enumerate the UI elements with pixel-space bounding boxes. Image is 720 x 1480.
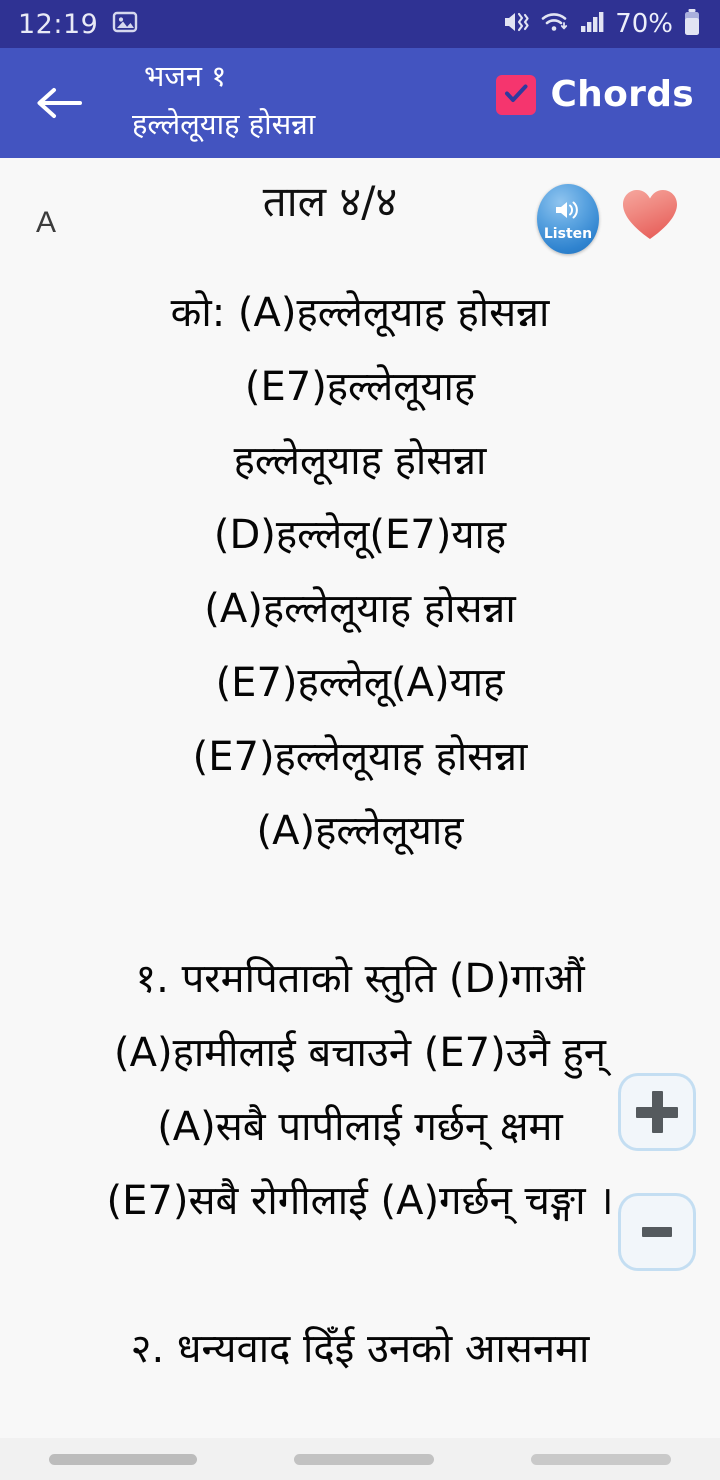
minus-icon	[642, 1227, 672, 1237]
mute-vibrate-icon	[502, 9, 532, 39]
lyric-line: (A)हल्लेलूयाह	[256, 808, 464, 854]
song-meta-row: A ताल ४/४ Listen	[0, 158, 720, 276]
song-name-title: हल्लेलूयाह होसन्ना	[132, 107, 316, 141]
phone-screen: 12:19 70% भजन १ हल्लेलूयाह होसन्ना Chord…	[0, 0, 720, 1480]
lyric-line: (E7)हल्लेलूयाह होसन्ना	[192, 734, 528, 780]
back-button[interactable]	[28, 80, 90, 130]
lyric-line: २. धन्यवाद दिँई उनको आसनमा	[130, 1326, 590, 1372]
battery-icon	[682, 8, 702, 40]
lyric-line: १. परमपिताको स्तुति (D)गाऔं	[135, 956, 585, 1002]
listen-button[interactable]: Listen	[537, 184, 599, 254]
lyric-line: (E7)हल्लेलू(A)याह	[215, 660, 505, 706]
back-arrow-icon	[32, 83, 86, 127]
song-number-title: भजन १	[144, 59, 227, 93]
battery-percent-label: 70%	[615, 9, 673, 39]
lyric-line: (A)सबै पापीलाई गर्छन् क्षमा	[157, 1104, 563, 1150]
zoom-out-button[interactable]	[618, 1193, 696, 1271]
lyric-line: (E7)सबै रोगीलाई (A)गर्छन् चङ्गा ।	[106, 1178, 614, 1224]
status-bar-right: 70%	[502, 8, 702, 40]
lyric-line: हल्लेलूयाह होसन्ना	[233, 438, 487, 484]
chords-label: Chords	[550, 74, 694, 115]
zoom-in-button[interactable]	[618, 1073, 696, 1151]
heart-icon	[619, 190, 681, 250]
app-bar: भजन १ हल्लेलूयाह होसन्ना Chords	[0, 48, 720, 158]
lyric-line: (D)हल्लेलू(E7)याह	[213, 512, 507, 558]
chords-checkbox[interactable]	[496, 74, 537, 115]
system-nav-bar	[0, 1438, 720, 1480]
app-bar-titles: भजन १ हल्लेलूयाह होसन्ना	[132, 52, 482, 148]
home-button[interactable]	[293, 1453, 434, 1465]
tala-label: ताल ४/४	[262, 177, 398, 226]
lyric-blank-line	[10, 1238, 710, 1312]
listen-label: Listen	[543, 225, 593, 242]
wifi-icon	[541, 9, 571, 39]
chords-toggle[interactable]: Chords	[496, 74, 694, 115]
check-icon	[501, 78, 531, 112]
signal-bars-icon	[580, 10, 606, 38]
status-bar-clock: 12:19	[18, 8, 99, 40]
song-content: A ताल ४/४ Listen को: (A)हल्लेलूयाह होसन्…	[0, 158, 720, 1480]
lyric-blank-line	[10, 868, 710, 942]
nav-back-button[interactable]	[531, 1453, 672, 1465]
lyric-line: (E7)हल्लेलूयाह	[244, 364, 476, 410]
favorite-button[interactable]	[619, 184, 681, 246]
lyric-line: (A)हामीलाई बचाउने (E7)उनै हुन्	[114, 1030, 606, 1076]
status-bar: 12:19 70%	[0, 0, 720, 48]
speaker-icon	[553, 198, 583, 226]
status-bar-left: 12:19	[18, 9, 138, 40]
lyric-line: (A)हल्लेलूयाह होसन्ना	[204, 586, 516, 632]
image-notification-icon	[112, 10, 138, 38]
plus-icon-vertical	[651, 1091, 663, 1133]
lyric-line: को: (A)हल्लेलूयाह होसन्ना	[170, 290, 550, 336]
recents-button[interactable]	[48, 1453, 197, 1465]
lyrics-body: को: (A)हल्लेलूयाह होसन्ना (E7)हल्लेलूयाह…	[0, 276, 720, 1386]
